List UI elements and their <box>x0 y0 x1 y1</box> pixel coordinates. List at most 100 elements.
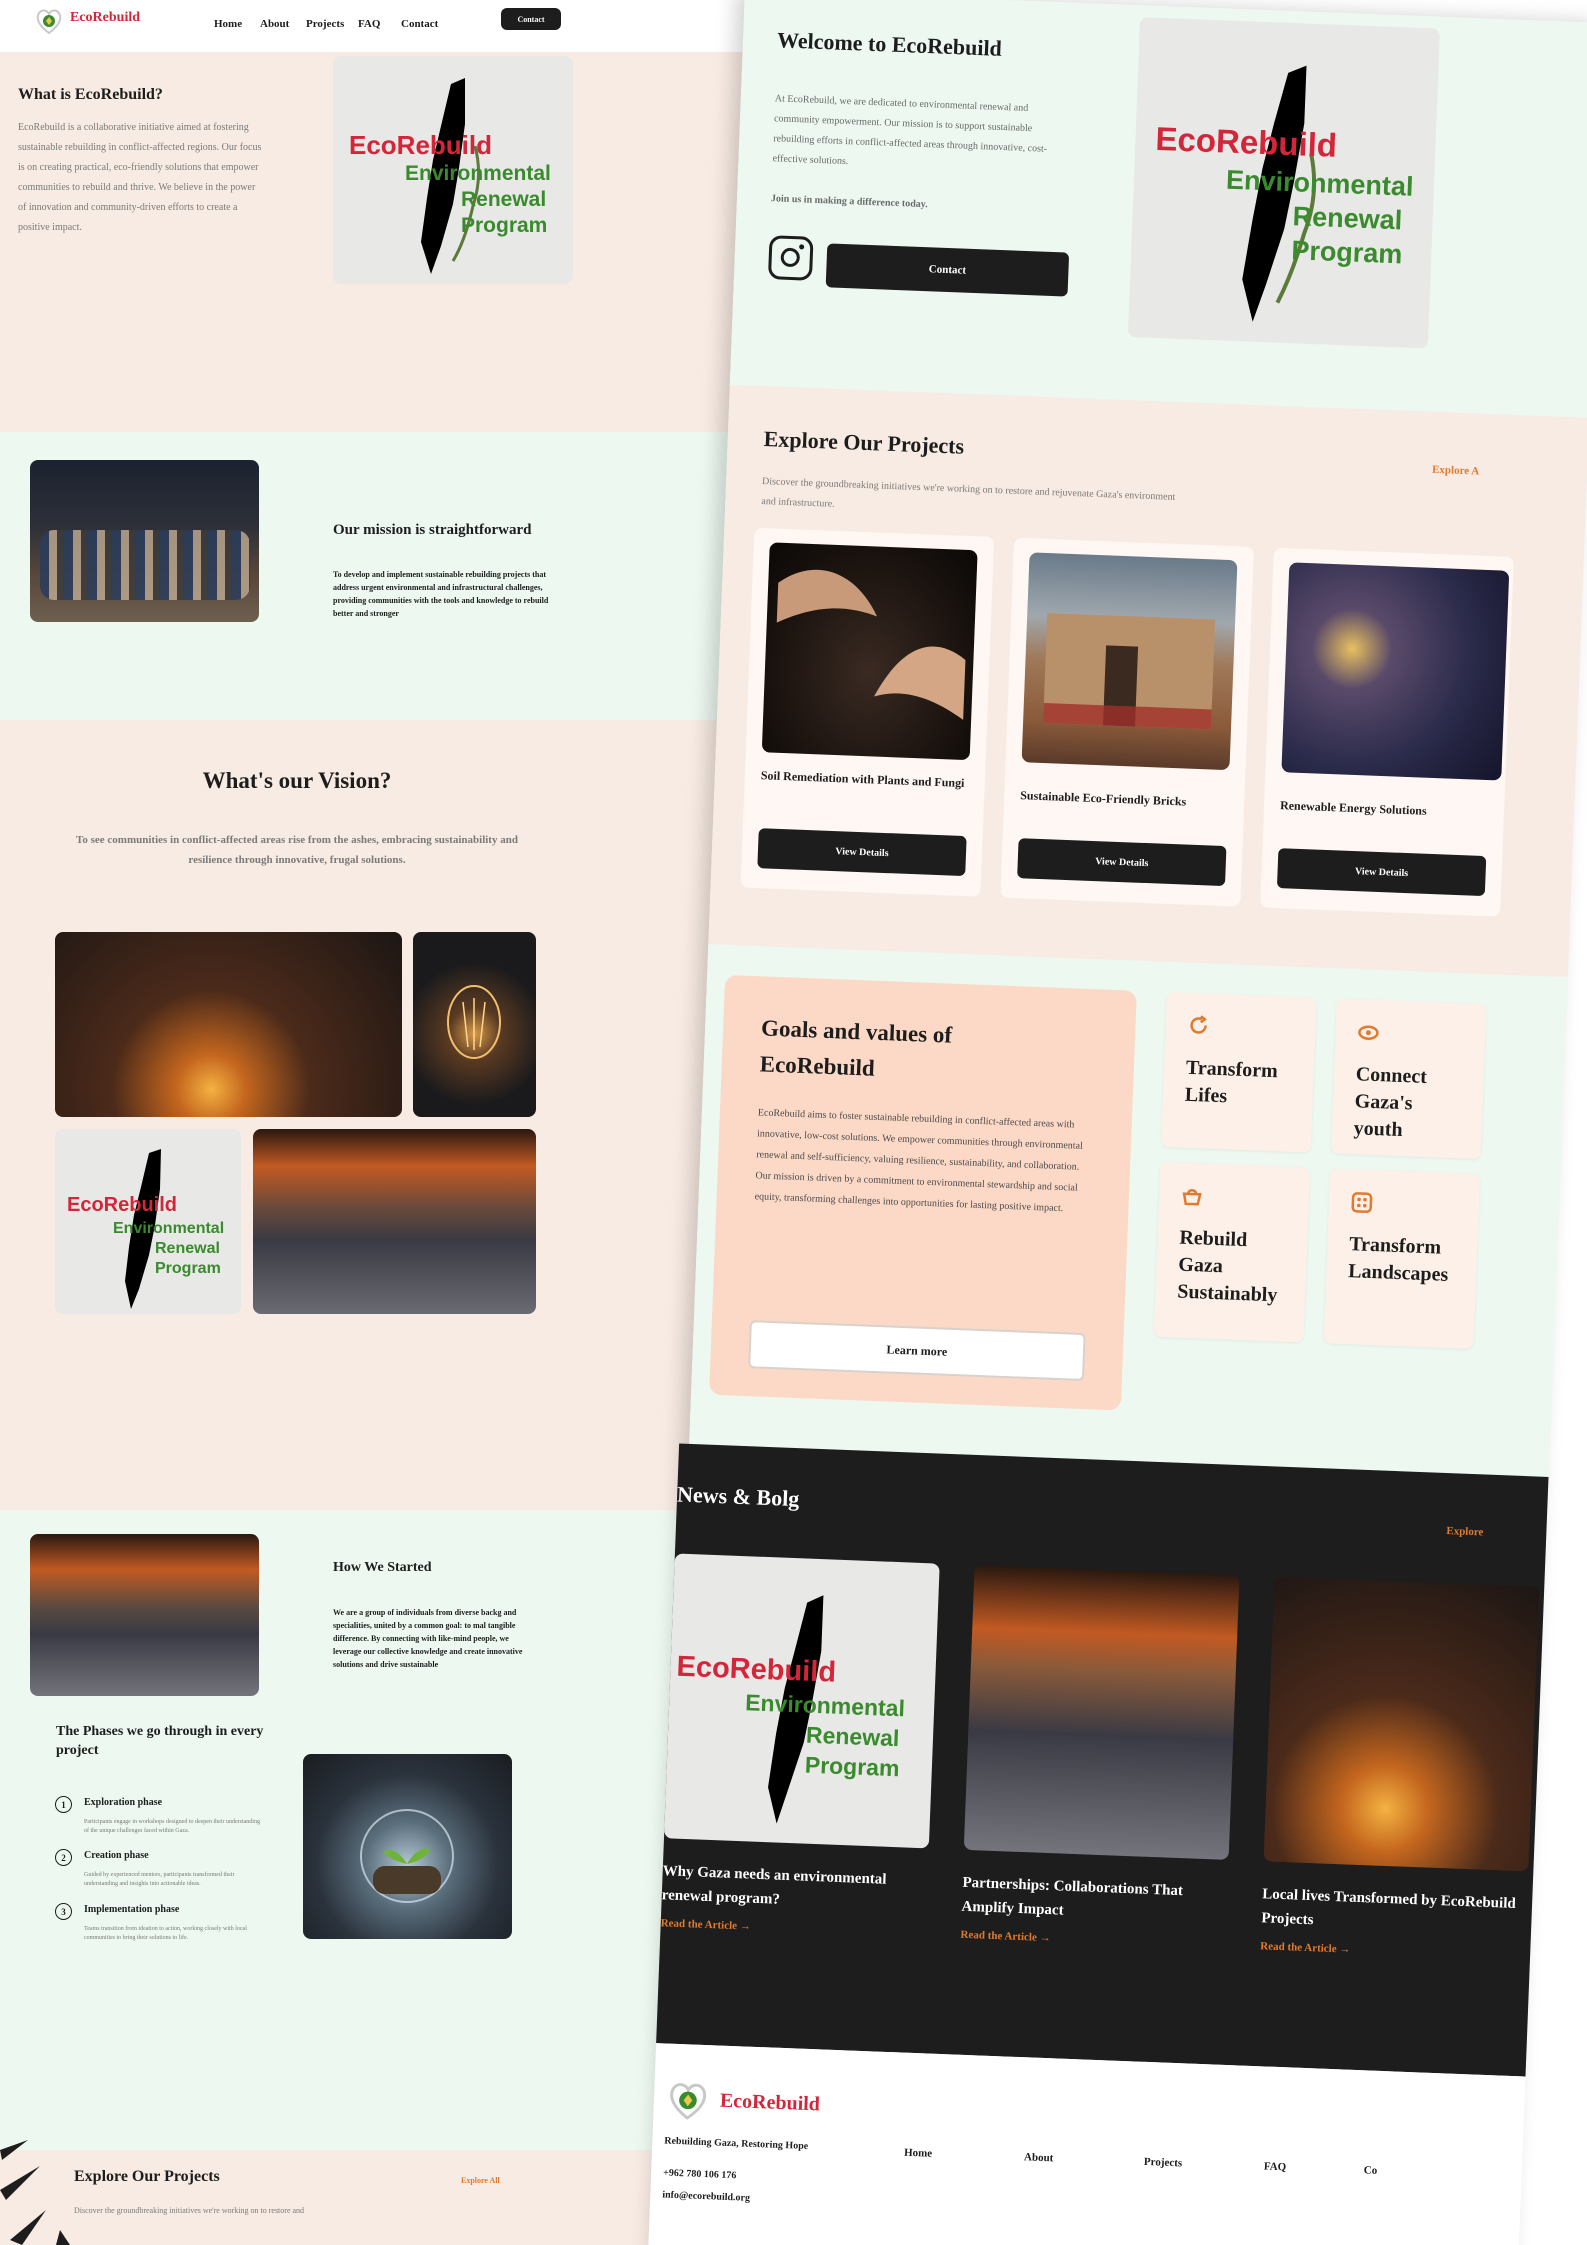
projects-section: Explore Our Projects Explore A Discover … <box>708 384 1587 978</box>
lightbulb-photo <box>413 932 536 1117</box>
started-title: How We Started <box>333 1560 432 1575</box>
footer-phone[interactable]: +962 780 106 176 <box>663 2167 737 2181</box>
nav-faq[interactable]: FAQ <box>358 18 380 30</box>
instagram-icon[interactable] <box>767 235 814 281</box>
svg-text:EcoRebuild: EcoRebuild <box>676 1651 837 1689</box>
footer-link-projects[interactable]: Projects <box>1144 2156 1183 2169</box>
welcome-section: Welcome to EcoRebuild At EcoRebuild, we … <box>729 0 1587 418</box>
news-title-1: Why Gaza needs an environmental renewal … <box>661 1863 887 1908</box>
explore-left-title: Explore Our Projects <box>74 2168 220 2185</box>
poster-line3: Program <box>461 214 547 237</box>
program-poster-small: EcoRebuild Environmental Renewal Program <box>55 1129 241 1314</box>
poster-line2: Renewal <box>461 188 546 211</box>
project-card-2[interactable]: Sustainable Eco-Friendly Bricks View Det… <box>1000 537 1254 907</box>
svg-text:Renewal: Renewal <box>1292 201 1403 235</box>
vision-title: What's our Vision? <box>202 768 392 793</box>
arrow-right-icon: → <box>739 1920 752 1933</box>
svg-text:Environmental: Environmental <box>745 1689 906 1721</box>
poster-brand: EcoRebuild <box>349 130 492 160</box>
news-image-2 <box>963 1564 1240 1860</box>
read-article-link-2[interactable]: Read the Article → <box>960 1929 1051 1944</box>
learn-more-button[interactable]: Learn more <box>748 1320 1086 1382</box>
projects-title: Explore Our Projects <box>763 426 965 459</box>
welcome-title: Welcome to EcoRebuild <box>776 27 1003 61</box>
mission-title: Our mission is straightforward <box>333 522 532 538</box>
read-article-link-1[interactable]: Read the Article → <box>660 1917 751 1932</box>
footer-brand: EcoRebuild <box>719 2089 821 2116</box>
goal-tile-2: Connect Gaza's youth <box>1330 998 1487 1160</box>
news-explore-link[interactable]: Explore <box>1446 1525 1484 1538</box>
goal-label: Transform Landscapes <box>1347 1233 1449 1286</box>
footer-email[interactable]: info@ecorebuild.org <box>662 2189 750 2203</box>
footer-tagline: Rebuilding Gaza, Restoring Hope <box>664 2135 809 2153</box>
team-photo <box>30 460 259 622</box>
footer-logo-icon[interactable] <box>665 2078 711 2124</box>
footer-link-home[interactable]: Home <box>904 2147 933 2160</box>
phase-title: Creation phase <box>84 1850 149 1861</box>
news-image-3 <box>1263 1576 1540 1872</box>
phase-title: Implementation phase <box>84 1904 180 1915</box>
svg-text:Environmental: Environmental <box>113 1220 224 1237</box>
vision-section: What's our Vision? To see communities in… <box>0 720 770 1510</box>
explore-left-body: Discover the groundbreaking initiatives … <box>74 2206 305 2215</box>
phase-body: Guided by experienced mentors, participa… <box>84 1872 235 1887</box>
project-card-3[interactable]: Renewable Energy Solutions View Details <box>1260 547 1514 917</box>
news-title-3: Local lives Transformed by EcoRebuild Pr… <box>1261 1886 1517 1929</box>
phase-body: Teams transition from ideation to action… <box>84 1926 247 1941</box>
news-title-2: Partnerships: Collaborations That Amplif… <box>961 1874 1184 1919</box>
svg-text:Program: Program <box>804 1752 900 1782</box>
project-photo-soil <box>761 542 978 761</box>
footer-link-about[interactable]: About <box>1024 2151 1054 2164</box>
goals-body: EcoRebuild aims to foster sustainable re… <box>754 1107 1083 1215</box>
goal-tile-3: Rebuild Gaza Sustainably <box>1153 1161 1311 1343</box>
view-details-button[interactable]: View Details <box>1276 848 1487 897</box>
nav-projects[interactable]: Projects <box>306 18 344 30</box>
goal-tile-4: Transform Landscapes <box>1323 1168 1481 1349</box>
view-details-button[interactable]: View Details <box>757 828 967 877</box>
phase-body: Participants engage in workshops designe… <box>84 1819 260 1834</box>
started-photo <box>30 1534 259 1696</box>
logo-icon[interactable] <box>34 6 64 36</box>
project-title: Soil Remediation with Plants and Fungi <box>760 768 965 791</box>
goal-label: Rebuild Gaza Sustainably <box>1176 1226 1278 1307</box>
footer-link-contact[interactable]: Co <box>1364 2164 1378 2177</box>
refresh-icon <box>1190 1015 1207 1034</box>
vision-body: To see communities in conflict-affected … <box>76 834 518 866</box>
phase-number: 3 <box>55 1903 72 1920</box>
arrow-right-icon: → <box>1039 1931 1051 1945</box>
svg-text:EcoRebuild: EcoRebuild <box>1155 120 1338 164</box>
nav-contact-button[interactable]: Contact <box>501 8 561 30</box>
footer-link-faq[interactable]: FAQ <box>1264 2161 1287 2174</box>
brush-stroke-icon <box>0 2140 70 2245</box>
eye-icon <box>1358 1025 1379 1040</box>
welcome-join: Join us in making a difference today. <box>770 193 928 211</box>
what-section: What is EcoRebuild? EcoRebuild is a coll… <box>0 52 820 432</box>
rooftop-workshop-photo <box>253 1129 536 1314</box>
right-page: Welcome to EcoRebuild At EcoRebuild, we … <box>647 0 1587 2245</box>
view-details-button[interactable]: View Details <box>1017 838 1227 887</box>
top-nav: EcoRebuild Home About Projects FAQ Conta… <box>0 0 820 52</box>
project-card-1[interactable]: Soil Remediation with Plants and Fungi V… <box>740 527 995 897</box>
svg-text:Renewal: Renewal <box>806 1722 900 1752</box>
welcome-contact-button[interactable]: Contact <box>825 243 1070 297</box>
svg-text:Program: Program <box>1291 235 1403 269</box>
phase-number: 2 <box>55 1849 72 1866</box>
phase-title: Exploration phase <box>84 1797 163 1808</box>
seedling-photo <box>303 1754 512 1939</box>
read-article-link-3[interactable]: Read the Article → <box>1260 1940 1351 1955</box>
goals-section: Goals and values of EcoRebuild EcoRebuil… <box>689 944 1568 1477</box>
projects-explore-link[interactable]: Explore A <box>1432 464 1480 478</box>
nav-about[interactable]: About <box>260 18 289 30</box>
brand-name: EcoRebuild <box>70 10 141 25</box>
welcome-body: At EcoRebuild, we are dedicated to envir… <box>772 93 1048 168</box>
nav-contact[interactable]: Contact <box>401 18 438 30</box>
what-title: What is EcoRebuild? <box>18 86 163 103</box>
phases-title: The Phases we go through in every projec… <box>56 1724 264 1758</box>
explore-left-section: Explore Our Projects Explore All Discove… <box>0 2150 740 2245</box>
goal-label: Connect Gaza's youth <box>1353 1063 1428 1142</box>
news-image-1: EcoRebuild Environmental Renewal Program <box>663 1553 940 1849</box>
explore-left-link[interactable]: Explore All <box>461 2176 500 2185</box>
nav-home[interactable]: Home <box>214 18 242 30</box>
mission-section: Our mission is straightforward To develo… <box>0 432 795 720</box>
svg-text:EcoRebuild: EcoRebuild <box>67 1194 177 1216</box>
